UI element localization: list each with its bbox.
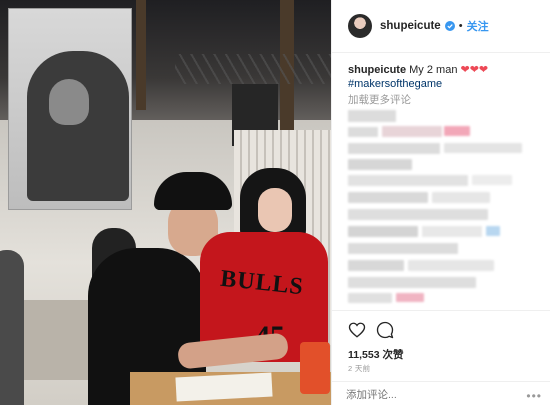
- caption-username[interactable]: shupeicute: [348, 64, 406, 76]
- banner-hoodie-figure: [27, 51, 129, 201]
- woman-face: [258, 188, 292, 232]
- ceiling-beam: [136, 0, 146, 110]
- paper-sheet: [175, 372, 273, 402]
- post-frame: BULLS 45 shupeicute • 关注 shupeicute My 2…: [0, 0, 550, 405]
- likes-count[interactable]: 11,553 次赞: [348, 347, 403, 362]
- heart-icon[interactable]: [348, 321, 366, 339]
- banner-face: [49, 79, 89, 125]
- blurred-comment: [348, 175, 468, 186]
- post-photo[interactable]: BULLS 45: [0, 0, 331, 405]
- post-timestamp: 2 天前: [348, 364, 371, 373]
- blurred-comment: [348, 159, 412, 170]
- blurred-comment: [422, 226, 482, 237]
- comment-input[interactable]: [346, 387, 536, 403]
- blurred-comment: [348, 209, 488, 220]
- blurred-comment: [348, 243, 458, 254]
- verified-badge-icon: [444, 21, 455, 31]
- blurred-comment: [348, 226, 418, 237]
- blurred-comment: [432, 192, 490, 203]
- post-sidebar: shupeicute • 关注 shupeicute My 2 man ❤❤❤ …: [331, 0, 550, 405]
- comment-icon[interactable]: [376, 321, 394, 339]
- caption-text: My 2 man: [409, 64, 458, 76]
- follow-button[interactable]: 关注: [467, 18, 489, 34]
- hanging-banner: [8, 8, 132, 210]
- more-options-icon[interactable]: •••: [526, 389, 542, 403]
- blurred-comment: [348, 110, 396, 122]
- blurred-comment: [348, 260, 404, 271]
- comment-box: •••: [332, 381, 550, 407]
- blurred-comment: [348, 127, 378, 137]
- load-more-comments-link[interactable]: 加载更多评论: [348, 92, 411, 107]
- blurred-comment: [444, 143, 522, 153]
- blurred-comment: [382, 126, 442, 137]
- blurred-comment: [396, 293, 424, 302]
- header-separator: •: [458, 20, 463, 32]
- red-can: [300, 342, 330, 394]
- blurred-comment: [348, 192, 428, 203]
- avatar[interactable]: [348, 14, 372, 38]
- blurred-comment: [348, 277, 476, 288]
- post-actions: 11,553 次赞 2 天前 •••: [332, 310, 550, 406]
- caption-hearts: ❤❤❤: [460, 64, 489, 76]
- post-caption: shupeicute My 2 man ❤❤❤ #makersofthegame: [348, 64, 538, 91]
- blurred-comment: [472, 175, 512, 185]
- blurred-comment: [348, 293, 392, 303]
- roof-truss: [175, 54, 331, 84]
- blurred-comment: [348, 143, 440, 154]
- blurred-comment: [408, 260, 494, 271]
- header-username[interactable]: shupeicute: [380, 20, 441, 32]
- blurred-comment: [486, 226, 500, 236]
- post-header: shupeicute • 关注: [332, 0, 550, 53]
- blurred-comment: [444, 126, 470, 136]
- background-person-left: [0, 250, 24, 405]
- caption-hashtag[interactable]: #makersofthegame: [348, 78, 538, 92]
